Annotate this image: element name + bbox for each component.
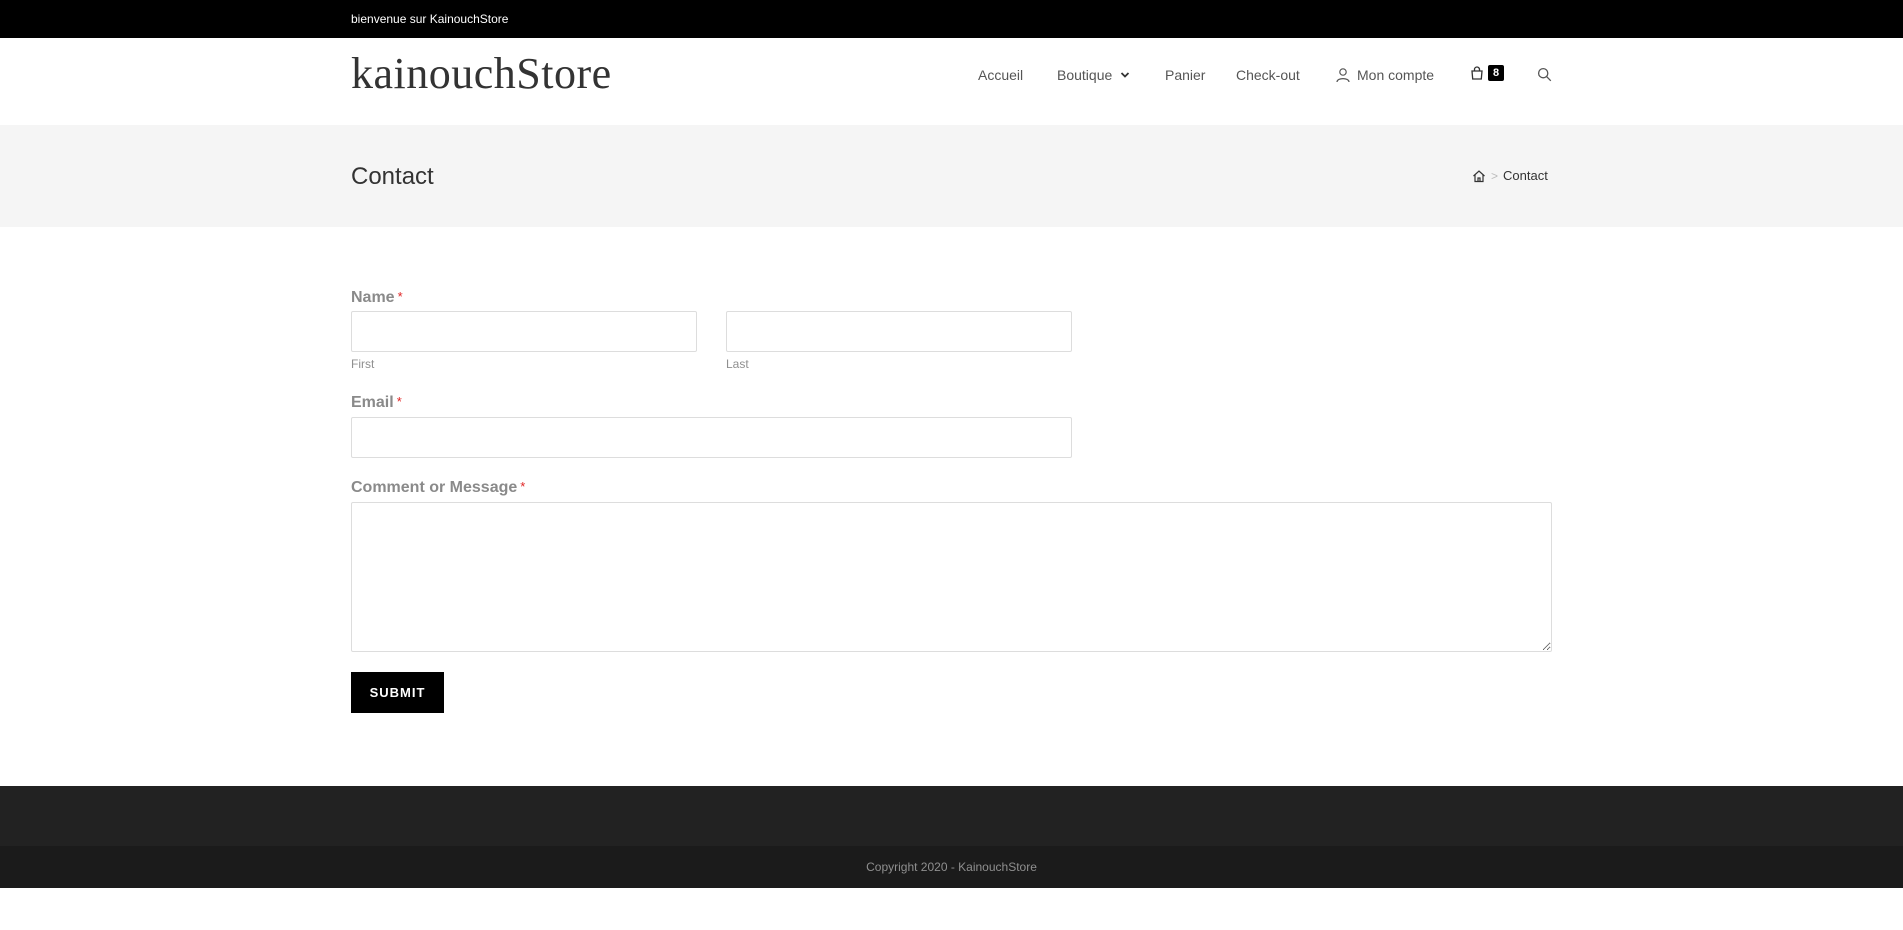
nav-label-checkout: Check-out [1236,67,1300,83]
copyright-text: Copyright 2020 - KainouchStore [866,860,1037,874]
required-marker: * [396,394,402,409]
home-icon[interactable] [1472,169,1486,183]
page-header [0,125,1903,227]
search-icon[interactable] [1537,67,1552,82]
nav-label-panier: Panier [1165,67,1206,83]
required-marker: * [520,479,526,494]
message-label-text: Comment or Message [351,479,518,496]
breadcrumb: > Contact [1472,168,1548,183]
submit-button[interactable]: SUBMIT [351,672,444,713]
site-logo[interactable]: kainouchStore [351,52,612,96]
welcome-text: bienvenue sur KainouchStore [351,12,509,26]
name-label-text: Name [351,289,395,306]
nav-label-mon-compte: Mon compte [1357,67,1435,83]
nav-label-accueil: Accueil [978,67,1024,83]
first-name-input[interactable] [351,311,697,352]
message-label: Comment or Message * [351,479,525,497]
last-name-input[interactable] [726,311,1072,352]
breadcrumb-separator: > [1491,168,1499,183]
email-label-text: Email [351,394,394,411]
chevron-down-icon [1121,72,1130,78]
top-bar: bienvenue sur KainouchStore [0,0,1903,38]
required-marker: * [397,289,403,304]
nav-item-panier[interactable]: Panier [1165,67,1205,83]
page-title: Contact [351,163,434,190]
site-header [0,38,1903,125]
nav-item-checkout[interactable]: Check-out [1236,67,1300,83]
cart-button[interactable]: 8 [1469,65,1504,81]
footer-widgets [0,786,1903,846]
nav-item-boutique[interactable]: Boutique [1057,67,1130,83]
nav-item-accueil[interactable]: Accueil [978,67,1023,83]
nav-label-boutique: Boutique [1057,67,1113,83]
name-label: Name * [351,289,403,307]
breadcrumb-current: Contact [1503,168,1548,183]
email-label: Email * [351,394,402,412]
first-name-sublabel: First [351,357,375,371]
nav-item-mon-compte[interactable]: Mon compte [1335,67,1434,83]
user-icon [1336,68,1350,83]
message-textarea[interactable] [351,502,1552,652]
cart-count-badge: 8 [1488,65,1504,81]
email-input[interactable] [351,417,1072,458]
last-name-sublabel: Last [726,357,749,371]
shopping-bag-icon [1471,66,1483,80]
